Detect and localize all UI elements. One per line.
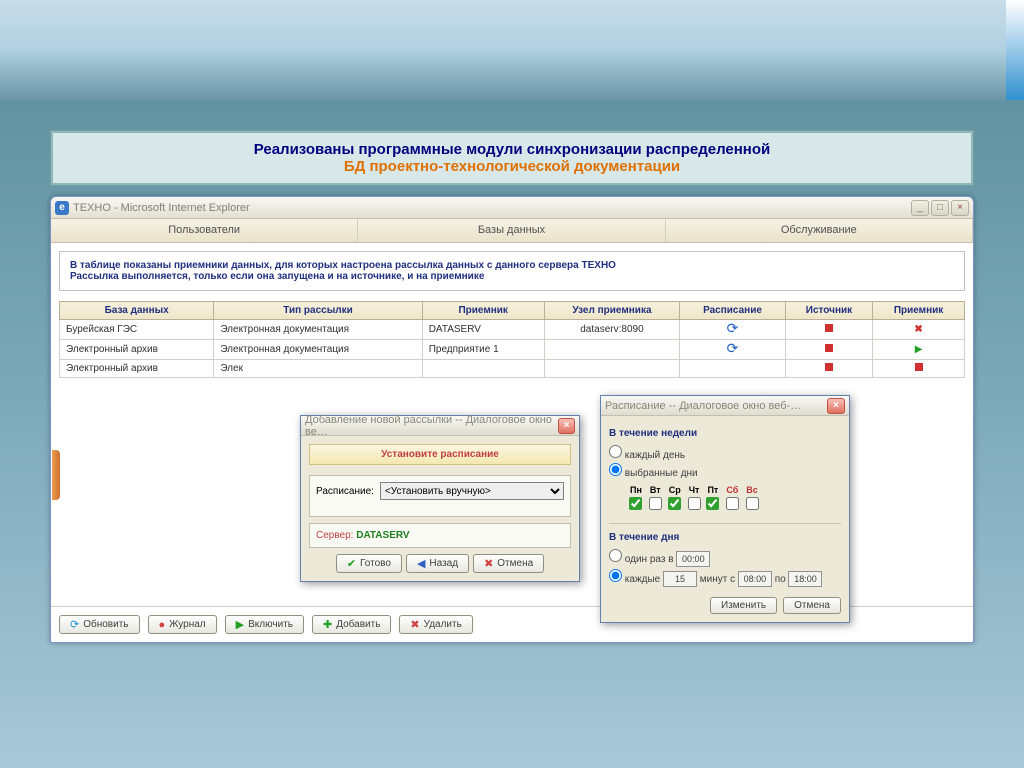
ok-button[interactable]: ✔Готово xyxy=(336,554,402,573)
tab-users[interactable]: Пользователи xyxy=(51,219,358,242)
status-red-icon xyxy=(825,344,833,352)
schedule-label: Расписание: xyxy=(316,486,374,497)
radio-every[interactable]: каждые 15 минут с 08:00 по 18:00 xyxy=(609,569,841,587)
dialog-banner: Установите расписание xyxy=(309,444,571,465)
top-tabs: Пользователи Базы данных Обслуживание xyxy=(51,219,973,243)
x-icon: ✖ xyxy=(484,557,493,570)
enable-button[interactable]: ▶Включить xyxy=(225,615,304,634)
info-box: В таблице показаны приемники данных, для… xyxy=(59,251,965,291)
th-receiver: Приемник xyxy=(422,302,544,320)
slide-title-line1: Реализованы программные модули синхрониз… xyxy=(71,141,953,158)
log-button[interactable]: ●Журнал xyxy=(148,615,217,634)
add-mailing-dialog: Добавление новой рассылки -- Диалоговое … xyxy=(300,415,580,582)
add-button[interactable]: ✚Добавить xyxy=(312,615,391,634)
tab-databases[interactable]: Базы данных xyxy=(358,219,665,242)
status-x-icon: ✖ xyxy=(914,324,922,335)
dialog-close-button[interactable]: × xyxy=(558,418,575,434)
day-header: Пн xyxy=(627,485,645,495)
status-red-icon xyxy=(825,324,833,332)
schedule-select[interactable]: <Установить вручную> xyxy=(380,482,564,500)
day-checkbox[interactable] xyxy=(688,497,701,510)
radio-selected-days[interactable]: выбранные дни xyxy=(609,463,841,479)
receivers-table: База данных Тип рассылки Приемник Узел п… xyxy=(59,301,965,378)
server-value: DATASERV xyxy=(356,530,409,541)
day-header: Вс xyxy=(743,485,761,495)
slide-title-line2: БД проектно-технологической документации xyxy=(71,158,953,175)
th-schedule: Расписание xyxy=(680,302,786,320)
info-line2: Рассылка выполняется, только если она за… xyxy=(70,271,954,282)
day-section-title: В течение дня xyxy=(609,532,841,543)
day-checkbox[interactable] xyxy=(629,497,642,510)
window-titlebar: ТЕХНО - Microsoft Internet Explorer _ □ … xyxy=(51,197,973,219)
slide-title: Реализованы программные модули синхрониз… xyxy=(50,130,974,186)
table-row[interactable]: Бурейская ГЭСЭлектронная документацияDAT… xyxy=(60,320,965,340)
radio-once[interactable]: один раз в 00:00 xyxy=(609,549,841,567)
th-dest: Приемник xyxy=(873,302,965,320)
refresh-icon: ⟳ xyxy=(70,618,79,631)
cancel-button[interactable]: ✖Отмена xyxy=(473,554,544,573)
radio-every-day[interactable]: каждый день xyxy=(609,445,841,461)
server-label: Сервер: xyxy=(316,530,353,541)
th-type: Тип рассылки xyxy=(214,302,422,320)
table-row[interactable]: Электронный архивЭлектронная документаци… xyxy=(60,340,965,360)
x-icon: ✖ xyxy=(410,618,419,631)
cancel-button[interactable]: Отмена xyxy=(783,597,841,614)
refresh-icon: ⟳ xyxy=(727,320,739,336)
close-button[interactable]: × xyxy=(951,200,969,216)
day-header: Чт xyxy=(686,485,703,495)
status-play-icon: ▶ xyxy=(915,344,923,355)
window-title: ТЕХНО - Microsoft Internet Explorer xyxy=(73,202,250,214)
day-header: Пт xyxy=(704,485,721,495)
week-section-title: В течение недели xyxy=(609,428,841,439)
refresh-icon: ⟳ xyxy=(727,340,739,356)
stop-icon: ● xyxy=(159,619,166,631)
info-line1: В таблице показаны приемники данных, для… xyxy=(70,260,954,271)
days-table: ПнВтСрЧтПтСбВс xyxy=(625,483,763,515)
minimize-button[interactable]: _ xyxy=(911,200,929,216)
day-checkbox[interactable] xyxy=(726,497,739,510)
day-checkbox[interactable] xyxy=(649,497,662,510)
every-minutes[interactable]: 15 xyxy=(663,571,697,587)
th-node: Узел приемника xyxy=(544,302,679,320)
day-checkbox[interactable] xyxy=(668,497,681,510)
plus-icon: ✚ xyxy=(323,618,332,631)
status-red-icon xyxy=(825,363,833,371)
th-source: Источник xyxy=(785,302,872,320)
day-checkbox[interactable] xyxy=(746,497,759,510)
arrow-left-icon: ◀ xyxy=(417,557,425,570)
day-header: Ср xyxy=(666,485,684,495)
check-icon: ✔ xyxy=(347,557,356,570)
refresh-button[interactable]: ⟳Обновить xyxy=(59,615,140,634)
tab-maintenance[interactable]: Обслуживание xyxy=(666,219,973,242)
maximize-button[interactable]: □ xyxy=(931,200,949,216)
ie-icon xyxy=(55,201,69,215)
back-button[interactable]: ◀Назад xyxy=(406,554,469,573)
table-row[interactable]: Электронный архивЭлек xyxy=(60,360,965,378)
dialog-title: Добавление новой рассылки -- Диалоговое … xyxy=(305,414,558,438)
dialog-title: Расписание -- Диалоговое окно веб-… xyxy=(605,400,801,412)
day-header: Сб xyxy=(723,485,741,495)
side-handle[interactable] xyxy=(52,450,60,500)
to-time[interactable]: 18:00 xyxy=(788,571,822,587)
schedule-dialog: Расписание -- Диалоговое окно веб-… × В … xyxy=(600,395,850,623)
apply-button[interactable]: Изменить xyxy=(710,597,777,614)
once-time[interactable]: 00:00 xyxy=(676,551,710,567)
th-database: База данных xyxy=(60,302,214,320)
day-checkbox[interactable] xyxy=(706,497,719,510)
decorative-map-banner xyxy=(0,0,1024,100)
delete-button[interactable]: ✖Удалить xyxy=(399,615,472,634)
dialog-close-button[interactable]: × xyxy=(827,398,845,414)
status-red-icon xyxy=(915,363,923,371)
day-header: Вт xyxy=(647,485,664,495)
play-icon: ▶ xyxy=(236,618,244,631)
from-time[interactable]: 08:00 xyxy=(738,571,772,587)
